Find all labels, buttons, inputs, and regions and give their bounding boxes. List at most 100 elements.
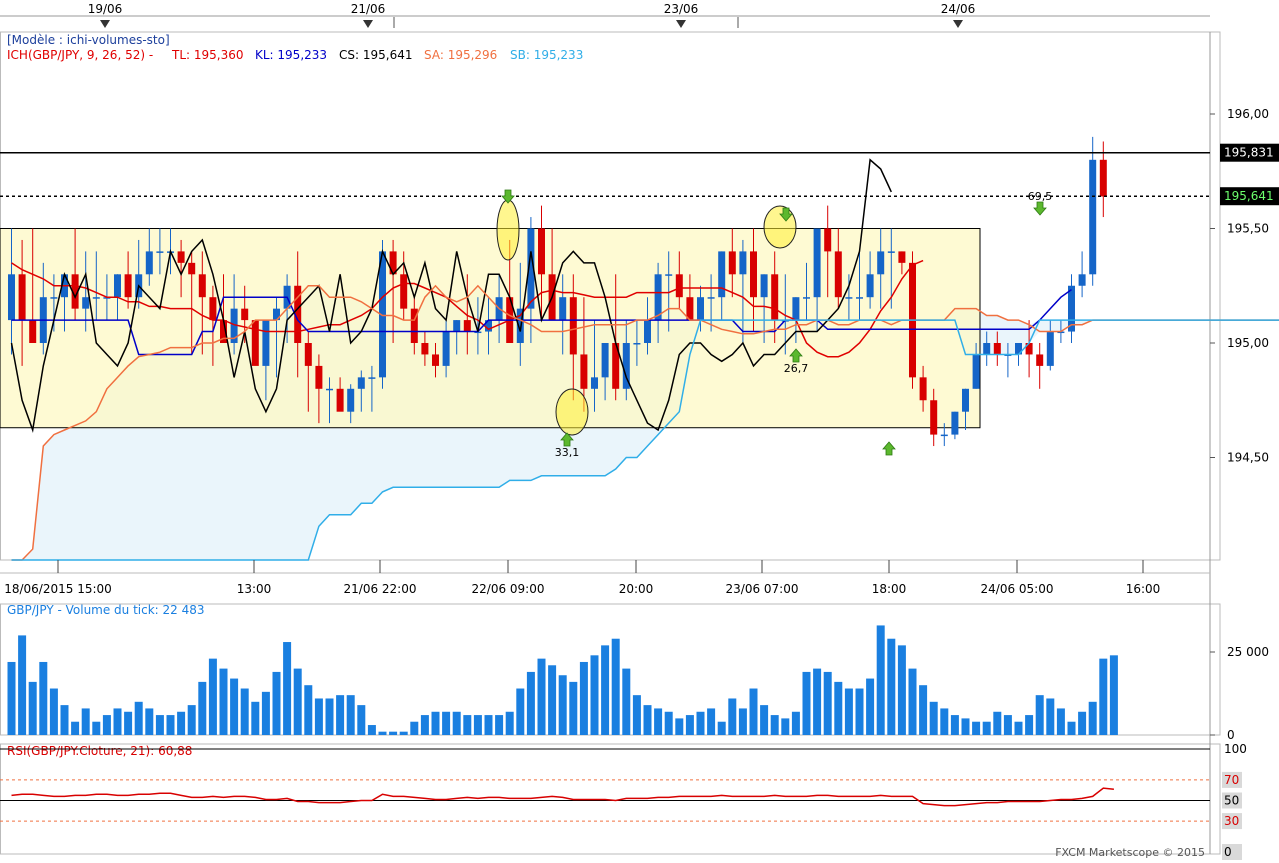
top-date-label: 23/06 [664, 2, 699, 16]
candle-body [570, 297, 577, 354]
volume-bar [1057, 708, 1065, 735]
time-tick-label: 21/06 22:00 [344, 582, 417, 596]
volume-bar [781, 718, 789, 735]
volume-bar [124, 712, 132, 735]
candle-body [930, 400, 937, 434]
volume-bar [707, 708, 715, 735]
volume-bar [962, 718, 970, 735]
volume-bar [156, 715, 164, 735]
candle-body [644, 320, 651, 343]
time-tick-label: 18:00 [872, 582, 907, 596]
volume-bar [750, 689, 758, 735]
candle-body [771, 274, 778, 320]
candle-body [305, 343, 312, 366]
volume-bar [347, 695, 355, 735]
volume-bar [813, 669, 821, 735]
legend-kl: KL: 195,233 [255, 48, 327, 62]
volume-bar [803, 672, 811, 735]
time-tick-label: 13:00 [237, 582, 272, 596]
volume-bar [1036, 695, 1044, 735]
candle-body [761, 274, 768, 297]
volume-bar [294, 669, 302, 735]
volume-bar [209, 659, 217, 735]
volume-bar [569, 682, 577, 735]
candle-body [877, 251, 884, 274]
candle-body [241, 309, 248, 320]
volume-bar [410, 722, 418, 735]
candle-body [1100, 160, 1107, 197]
candle-body [1047, 332, 1054, 366]
time-tick-label: 22/06 09:00 [472, 582, 545, 596]
candle-body [1089, 160, 1096, 274]
date-marker-icon [363, 20, 373, 28]
candle-body [337, 389, 344, 412]
volume-bar [368, 725, 376, 735]
price-tick-label: 195,50 [1227, 222, 1269, 236]
volume-bar [1046, 698, 1054, 735]
annotation-label: 33,1 [555, 446, 580, 459]
price-tag-label: 195,641 [1224, 189, 1274, 203]
volume-bar [177, 712, 185, 735]
candle-body [146, 251, 153, 274]
time-tick-label: 16:00 [1126, 582, 1161, 596]
candle-body [591, 377, 598, 388]
volume-bar [262, 692, 270, 735]
volume-bar [283, 642, 291, 735]
volume-bar [1004, 715, 1012, 735]
candle-body [443, 332, 450, 366]
volume-bar [845, 689, 853, 735]
legend-sb: SB: 195,233 [510, 48, 583, 62]
volume-bar [29, 682, 37, 735]
rsi-panel-frame [1, 744, 1221, 854]
candle-body [453, 320, 460, 331]
volume-bar [940, 708, 948, 735]
volume-bar [241, 689, 249, 735]
candle-body [898, 251, 905, 262]
volume-bar [654, 708, 662, 735]
volume-bar [432, 712, 440, 735]
volume-bar [50, 689, 58, 735]
date-marker-icon [100, 20, 110, 28]
volume-bar [887, 639, 895, 735]
volume-bar [400, 732, 408, 735]
volume-bar [824, 672, 832, 735]
volume-bar [453, 712, 461, 735]
candle-body [559, 297, 566, 320]
time-tick-label: 18/06/2015 15:00 [4, 582, 112, 596]
top-date-label: 21/06 [351, 2, 386, 16]
legend-cs: CS: 195,641 [339, 48, 412, 62]
legend-ich: ICH(GBP/JPY, 9, 26, 52) - [7, 48, 153, 62]
candle-body [114, 274, 121, 297]
volume-bar [82, 708, 90, 735]
candle-body [750, 251, 757, 297]
volume-bar [877, 625, 885, 735]
volume-bar [198, 682, 206, 735]
volume-bar [834, 682, 842, 735]
volume-bar [972, 722, 980, 735]
candle-body [29, 320, 36, 343]
candle-body [814, 229, 821, 298]
annotation-label: 26,7 [784, 362, 809, 375]
candle-body [941, 435, 948, 437]
candle-body [421, 343, 428, 354]
candle-body [8, 274, 15, 320]
volume-bar [389, 732, 397, 735]
time-tick-label: 20:00 [619, 582, 654, 596]
volume-bar [379, 732, 387, 735]
volume-bar [919, 685, 927, 735]
candle-body [156, 251, 163, 253]
volume-bar [527, 672, 535, 735]
volume-bar [220, 669, 228, 735]
candle-body [368, 377, 375, 379]
candle-body [125, 274, 132, 297]
volume-bar [930, 702, 938, 735]
volume-bar [357, 705, 365, 735]
rsi-tick-label: 0 [1224, 845, 1232, 859]
chart-container: 19/0621/0623/0624/0633,126,769,5[Modèle … [0, 0, 1279, 860]
volume-bar [644, 705, 652, 735]
legend-sa: SA: 195,296 [424, 48, 497, 62]
volume-bar [1089, 702, 1097, 735]
date-marker-icon [953, 20, 963, 28]
volume-bar [421, 715, 429, 735]
candle-body [209, 297, 216, 320]
